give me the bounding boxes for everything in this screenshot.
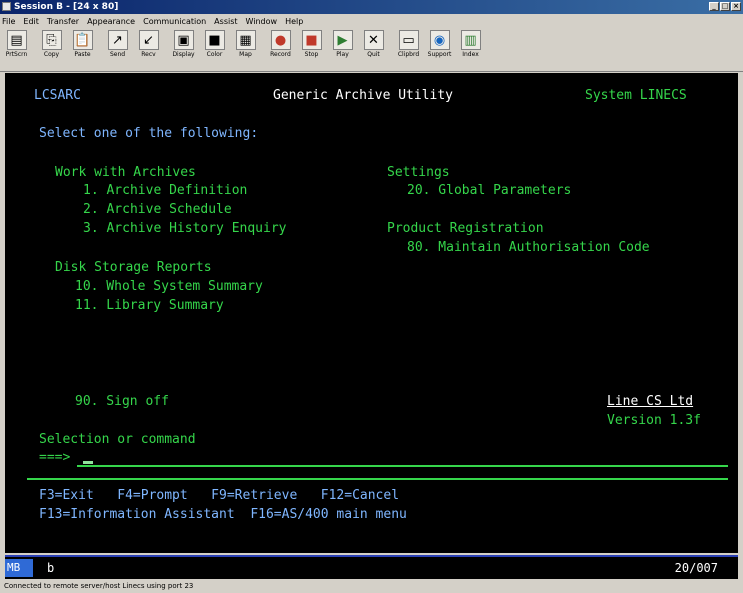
text-cursor bbox=[83, 461, 93, 464]
record-icon: ● bbox=[270, 30, 291, 50]
copy-icon: ⎘ bbox=[41, 30, 62, 50]
operator-info-area: MB b 20/007 bbox=[5, 555, 738, 579]
toolbar-button-map[interactable]: ▦ Map bbox=[231, 30, 260, 58]
product-registration-header: Product Registration bbox=[387, 221, 544, 236]
command-prompt: ===> bbox=[39, 450, 71, 465]
toolbar-button-support[interactable]: ◉ Support bbox=[425, 30, 454, 58]
menu-option-3[interactable]: 3. Archive History Enquiry bbox=[83, 221, 287, 236]
toolbar-button-stop[interactable]: ■ Stop bbox=[297, 30, 326, 58]
maximize-icon[interactable]: □ bbox=[720, 2, 730, 11]
toolbar-button-recv[interactable]: ↙ Recv bbox=[134, 30, 163, 58]
support-icon: ◉ bbox=[429, 30, 450, 50]
work-with-archives-header: Work with Archives bbox=[55, 165, 196, 180]
version-label: Version 1.3f bbox=[607, 413, 701, 428]
menu-appearance[interactable]: Appearance bbox=[87, 17, 135, 26]
menu-file[interactable]: File bbox=[2, 17, 15, 26]
map-icon: ▦ bbox=[235, 30, 256, 50]
toolbar-button-send[interactable]: ↗ Send bbox=[103, 30, 132, 58]
function-key-separator bbox=[27, 478, 728, 480]
menu-option-90[interactable]: 90. Sign off bbox=[75, 394, 169, 409]
window-title: Session B - [24 x 80] bbox=[14, 2, 119, 12]
instruction-text: Select one of the following: bbox=[39, 126, 259, 141]
stop-icon: ■ bbox=[301, 30, 322, 50]
menu-option-80[interactable]: 80. Maintain Authorisation Code bbox=[407, 240, 650, 255]
menu-edit[interactable]: Edit bbox=[23, 17, 39, 26]
app-icon[interactable] bbox=[2, 2, 11, 11]
toolbar: ▤ PrtScrn ⎘ Copy 📋 Paste ↗ Send ↙ Recv ▣ Displ… bbox=[0, 28, 743, 72]
menu-transfer[interactable]: Transfer bbox=[47, 17, 79, 26]
status-bar: Connected to remote server/host Linecs u… bbox=[0, 580, 743, 593]
display-icon: ▣ bbox=[173, 30, 194, 50]
toolbar-button-display[interactable]: ▣ Display bbox=[169, 30, 198, 58]
play-icon: ▶ bbox=[332, 30, 353, 50]
paste-icon: 📋 bbox=[72, 30, 93, 50]
toolbar-button-paste[interactable]: 📋 Paste bbox=[68, 30, 97, 58]
toolbar-button-quit[interactable]: ✕ Quit bbox=[359, 30, 388, 58]
minimize-icon[interactable]: _ bbox=[709, 2, 719, 11]
program-name: LCSARC bbox=[34, 88, 81, 103]
command-input-field[interactable] bbox=[77, 465, 728, 467]
oia-indicator: b bbox=[47, 561, 55, 575]
color-icon: ■ bbox=[204, 30, 225, 50]
quit-icon: ✕ bbox=[363, 30, 384, 50]
window-title-bar: Session B - [24 x 80] _ □ × bbox=[0, 0, 743, 14]
menu-option-11[interactable]: 11. Library Summary bbox=[75, 298, 224, 313]
menu-option-2[interactable]: 2. Archive Schedule bbox=[83, 202, 232, 217]
close-icon[interactable]: × bbox=[731, 2, 741, 11]
menu-communication[interactable]: Communication bbox=[143, 17, 206, 26]
print-screen-icon: ▤ bbox=[6, 30, 27, 50]
toolbar-button-index[interactable]: ▥ Index bbox=[456, 30, 485, 58]
clipboard-icon: ▭ bbox=[398, 30, 419, 50]
menu-option-1[interactable]: 1. Archive Definition bbox=[83, 183, 247, 198]
index-icon: ▥ bbox=[460, 30, 481, 50]
disk-storage-reports-header: Disk Storage Reports bbox=[55, 260, 212, 275]
toolbar-button-record[interactable]: ● Record bbox=[266, 30, 295, 58]
menu-assist[interactable]: Assist bbox=[214, 17, 237, 26]
function-keys-line-2[interactable]: F13=Information Assistant F16=AS/400 mai… bbox=[39, 507, 407, 522]
toolbar-button-prtscrn[interactable]: ▤ PrtScrn bbox=[2, 30, 31, 58]
toolbar-button-play[interactable]: ▶ Play bbox=[328, 30, 357, 58]
settings-header: Settings bbox=[387, 165, 450, 180]
menu-option-20[interactable]: 20. Global Parameters bbox=[407, 183, 571, 198]
menu-help[interactable]: Help bbox=[285, 17, 303, 26]
menu-bar: File Edit Transfer Appearance Communicat… bbox=[0, 14, 743, 28]
menu-option-10[interactable]: 10. Whole System Summary bbox=[75, 279, 263, 294]
company-name: Line CS Ltd bbox=[607, 394, 694, 409]
toolbar-button-color[interactable]: ■ Color bbox=[200, 30, 229, 58]
window-controls: _ □ × bbox=[709, 2, 741, 11]
cursor-position: 20/007 bbox=[674, 561, 718, 575]
send-icon: ↗ bbox=[107, 30, 128, 50]
selection-label: Selection or command bbox=[39, 432, 196, 447]
toolbar-button-clipbrd[interactable]: ▭ Clipbrd bbox=[394, 30, 423, 58]
terminal-screen[interactable]: LCSARC Generic Archive Utility System LI… bbox=[5, 73, 738, 553]
message-waiting-indicator: MB bbox=[5, 559, 33, 577]
system-name: System LINECS bbox=[585, 88, 687, 103]
screen-title: Generic Archive Utility bbox=[273, 88, 454, 103]
menu-window[interactable]: Window bbox=[246, 17, 278, 26]
toolbar-button-copy[interactable]: ⎘ Copy bbox=[37, 30, 66, 58]
function-keys-line-1[interactable]: F3=Exit F4=Prompt F9=Retrieve F12=Cancel bbox=[39, 488, 399, 503]
receive-icon: ↙ bbox=[138, 30, 159, 50]
